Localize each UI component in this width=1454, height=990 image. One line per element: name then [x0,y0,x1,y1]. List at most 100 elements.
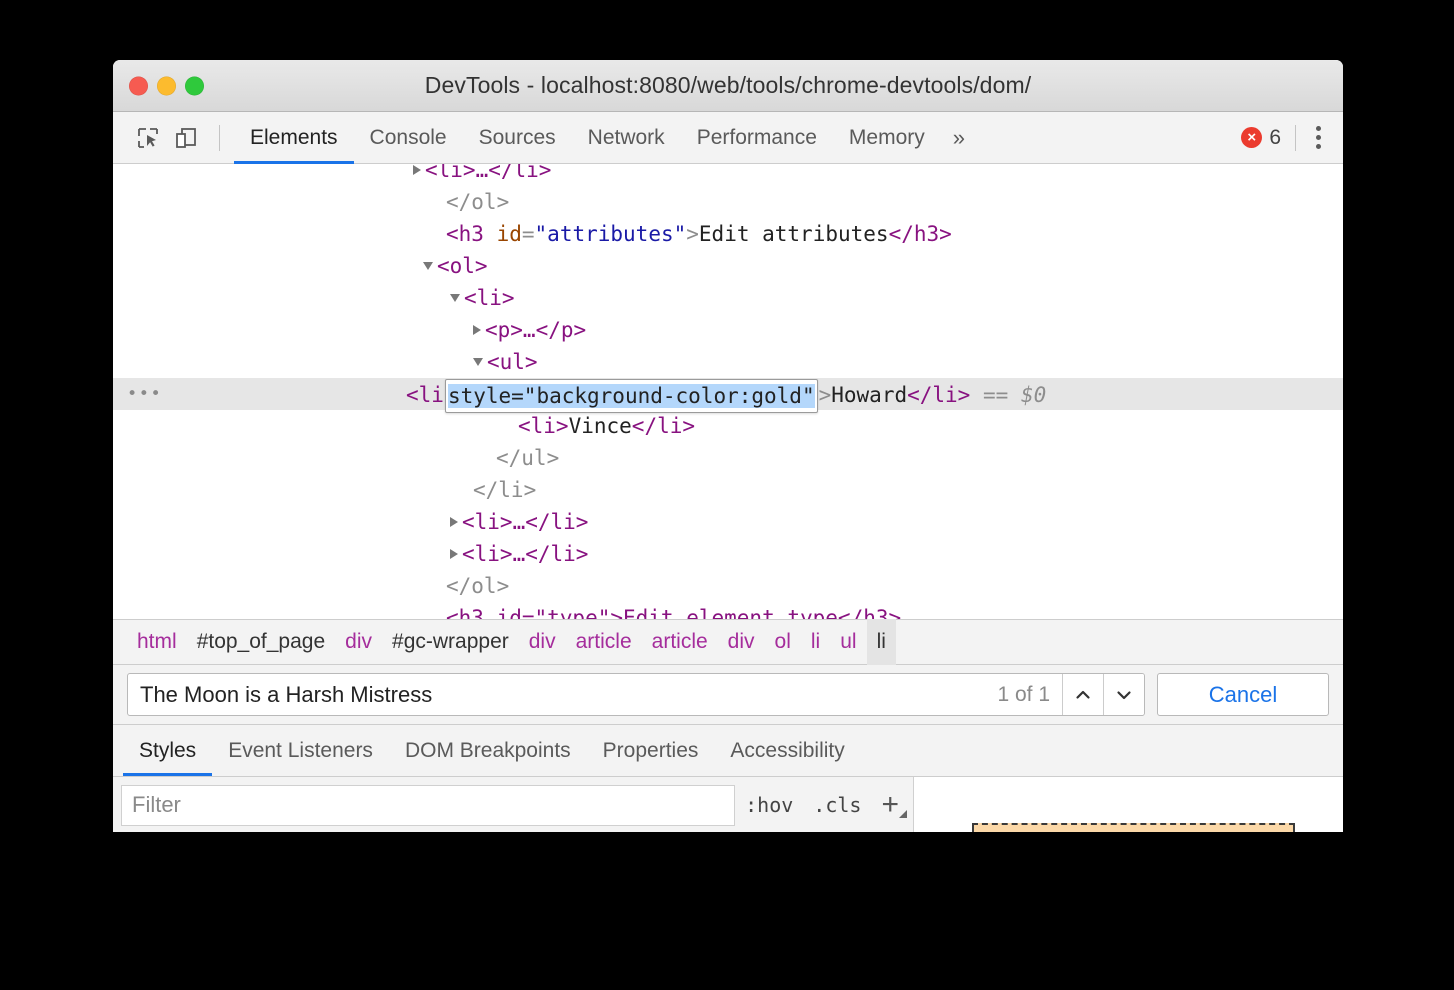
plus-icon: + [881,788,899,821]
tab-styles[interactable]: Styles [123,725,213,776]
window-titlebar: DevTools - localhost:8080/web/tools/chro… [113,60,1343,112]
tree-row-ul-open[interactable]: <ul> [113,346,1343,378]
tree-row-text: <li> [464,286,515,310]
search-input[interactable] [128,681,986,708]
tree-row-li-vince[interactable]: <li>Vince</li> [113,410,1343,442]
tab-sources-label: Sources [478,125,556,149]
tab-properties-label: Properties [602,738,699,762]
devtools-toolbar: Elements Console Sources Network Perform… [113,112,1343,164]
tree-row-h3-attributes[interactable]: <h3 id="attributes">Edit attributes</h3> [113,218,1343,250]
attribute-edit-box[interactable]: style="background-color:gold" [444,379,818,413]
breadcrumb-item-top-of-page[interactable]: #top_of_page [187,619,335,665]
tree-row-li-collapsed-1[interactable]: <li>…</li> [113,506,1343,538]
tab-network[interactable]: Network [572,112,681,164]
search-cancel-button[interactable]: Cancel [1157,673,1329,716]
breadcrumb-item-article-1[interactable]: article [566,619,642,665]
expand-triangle-icon[interactable] [450,549,458,559]
search-field-wrapper[interactable]: 1 of 1 [127,673,1145,716]
hidden-children-ellipsis[interactable]: ••• [127,378,162,410]
h3-close-tag: </h3> [888,222,952,246]
tree-row-text: </ol> [446,190,510,214]
minimize-button[interactable] [157,76,176,95]
tab-elements[interactable]: Elements [234,112,354,164]
tab-performance[interactable]: Performance [681,112,833,164]
device-toolbar-icon[interactable] [167,119,205,157]
console-ref: $0 [1020,383,1047,407]
tab-event-listeners[interactable]: Event Listeners [212,725,389,776]
toolbar-divider [219,124,220,151]
tree-row-text: <p>…</p> [485,318,587,342]
styles-filter-row: Filter :hov .cls + [113,777,913,832]
tab-sources[interactable]: Sources [463,112,572,164]
tree-row-text: </li> [473,478,537,502]
zoom-button[interactable] [185,76,204,95]
kebab-menu-icon[interactable] [1306,118,1331,157]
expand-triangle-icon[interactable] [473,325,481,335]
vince-close-tag: </li> [631,414,696,438]
breadcrumb-item-gc-wrapper[interactable]: #gc-wrapper [382,619,519,665]
error-icon: × [1241,127,1263,148]
tab-dom-breakpoints[interactable]: DOM Breakpoints [389,725,587,776]
search-prev-button[interactable] [1062,674,1103,715]
tree-row-ol-close-2[interactable]: </ol> [113,570,1343,602]
collapse-triangle-icon[interactable] [473,358,483,366]
hov-toggle-button[interactable]: :hov [735,793,803,817]
tree-row-li-close[interactable]: </li> [113,474,1343,506]
tree-row-text: <li>…</li> [425,164,552,182]
tree-row-text: <ul> [487,350,538,374]
dom-tree[interactable]: <li>…</li> </ol> <h3 id="attributes">Edi… [113,164,1343,619]
error-count: 6 [1269,125,1281,149]
tab-console[interactable]: Console [354,112,463,164]
breadcrumb-item-li-selected[interactable]: li [866,619,896,665]
attribute-edit-value[interactable]: style="background-color:gold" [447,384,815,408]
tree-row-text: </ol> [446,574,510,598]
search-next-button[interactable] [1103,674,1144,715]
tab-properties[interactable]: Properties [587,725,715,776]
breadcrumb-item-li-1[interactable]: li [801,619,830,665]
styles-filter-input[interactable]: Filter [121,784,736,826]
screenshot-stage: DevTools - localhost:8080/web/tools/chro… [0,0,1454,990]
error-badge[interactable]: × 6 [1241,126,1281,150]
tree-row-ol-close[interactable]: </ol> [113,186,1343,218]
collapse-triangle-icon[interactable] [423,262,433,270]
tree-row-text: <h3 id="type">Edit element type</h3> [446,606,902,619]
more-tabs-icon[interactable]: » [941,125,977,151]
breadcrumb-item-ol[interactable]: ol [765,619,801,665]
tab-accessibility[interactable]: Accessibility [714,725,860,776]
tab-accessibility-label: Accessibility [730,738,845,762]
breadcrumb-item-ul[interactable]: ul [830,619,866,665]
dom-search-bar: 1 of 1 Cancel [113,665,1343,725]
h3-attr-name[interactable]: id [497,222,522,246]
tree-row-p-collapsed[interactable]: <p>…</p> [113,314,1343,346]
tab-event-listeners-label: Event Listeners [228,738,373,762]
tree-row-li-collapsed-2[interactable]: <li>…</li> [113,538,1343,570]
tab-styles-label: Styles [139,738,197,762]
expand-triangle-icon[interactable] [413,165,421,175]
tree-row-li-collapsed-top[interactable]: <li>…</li> [113,164,1343,186]
new-style-rule-button[interactable]: + [871,790,913,820]
breadcrumb-item-html[interactable]: html [127,619,187,665]
tree-row-ul-close[interactable]: </ul> [113,442,1343,474]
tab-console-label: Console [369,125,447,149]
collapse-triangle-icon[interactable] [450,294,460,302]
inspect-element-icon[interactable] [129,119,167,157]
tab-memory[interactable]: Memory [833,112,941,164]
expand-triangle-icon[interactable] [450,517,458,527]
tab-network-label: Network [587,125,665,149]
tree-row-selected-li-howard[interactable]: ••• <li style="background-color:gold" >Howa… [113,378,1343,413]
tree-row-h3-type-clipped[interactable]: <h3 id="type">Edit element type</h3> [113,602,1343,619]
close-button[interactable] [129,76,148,95]
breadcrumb-item-article-2[interactable]: article [642,619,718,665]
styles-pane: Filter :hov .cls + [113,777,1343,832]
breadcrumb-item-div-3[interactable]: div [718,619,765,665]
h3-attr-value[interactable]: "attributes" [535,222,687,246]
breadcrumb-item-div-2[interactable]: div [519,619,566,665]
cls-toggle-button[interactable]: .cls [803,793,871,817]
devtools-window: DevTools - localhost:8080/web/tools/chro… [113,60,1343,832]
vince-open-tag: <li> [518,414,569,438]
tree-row-li-open[interactable]: <li> [113,282,1343,314]
search-match-count: 1 of 1 [997,682,1050,706]
breadcrumb-item-div-1[interactable]: div [335,619,382,665]
toolbar-divider-2 [1295,124,1296,151]
tree-row-ol-open[interactable]: <ol> [113,250,1343,282]
